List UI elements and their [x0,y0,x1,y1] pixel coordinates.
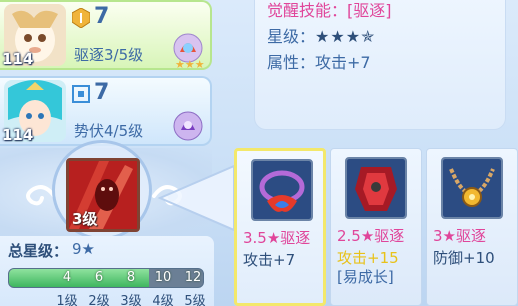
tier-label: 4级 [152,294,174,306]
bar-mark: 8 [126,270,136,285]
armor-item-icon [345,157,407,219]
card-tier-label: 2.5★驱逐 [337,227,405,245]
star-label: 星级： [267,27,316,46]
attack-type-icon [71,7,91,29]
hero-skill-progress: 势伏4/5级 [74,122,144,140]
hero-card-2[interactable]: 114 7 势伏4/5级 [0,76,212,146]
card-tier-label: 3.5★驱逐 [243,229,311,247]
gem-orb-icon [168,106,208,144]
hero-level: 114 [2,50,34,68]
awaken-card-2[interactable]: 2.5★驱逐 攻击+15 [易成长] [330,148,422,306]
star-rating-row: 星级：★★★✯ [267,23,375,47]
tier-label: 1级 [56,294,78,306]
attr-value: 攻击+7 [315,53,371,72]
gem-orb-icon: ★★★ [168,30,208,70]
bar-mark: 10 [154,270,172,285]
bar-mark: 12 [184,270,202,285]
hero-rank-number: 7 [94,4,110,29]
attribute-row: 属性：攻击+7 [267,49,371,73]
hero-card-1[interactable]: 114 7 驱逐3/5级 ★★★ [0,0,212,70]
card-stat-label: 攻击+7 [243,251,296,269]
awaken-skill-label: 觉醒技能：[驱逐] [267,1,392,20]
card-stat-label: 防御+10 [433,249,495,267]
star-progress-bar: 4 6 8 10 12 [8,268,204,288]
total-star-value: 9★ [72,240,95,258]
hero-skill-progress: 驱逐3/5级 [74,46,144,64]
bar-mark: 4 [62,270,72,285]
skill-level-label: 3级 [72,210,98,228]
tier-label: 5级 [184,294,206,306]
svg-text:★★★: ★★★ [175,58,205,70]
defense-type-icon [72,84,90,104]
ring-item-icon [251,159,313,221]
awaken-info-panel: 觉醒技能：[驱逐] 星级：★★★✯ 属性：攻击+7 [254,0,506,130]
hero-level: 114 [2,126,34,144]
attr-label: 属性： [267,53,316,72]
card-extra-label: [易成长] [337,268,394,286]
necklace-item-icon [441,157,503,219]
bar-mark: 6 [94,270,104,285]
card-stat-label: 攻击+15 [337,249,399,267]
hero-rank-number: 7 [94,80,110,105]
selection-arrow [157,164,234,232]
tier-label: 3级 [120,294,142,306]
awaken-card-3[interactable]: 3★驱逐 防御+10 [426,148,518,306]
awaken-card-1[interactable]: 3.5★驱逐 攻击+7 [234,148,326,306]
star-rating: ★★★✯ [315,27,376,46]
card-tier-label: 3★驱逐 [433,227,486,245]
total-star-label: 总星级： [8,242,69,260]
tier-label: 2级 [88,294,110,306]
